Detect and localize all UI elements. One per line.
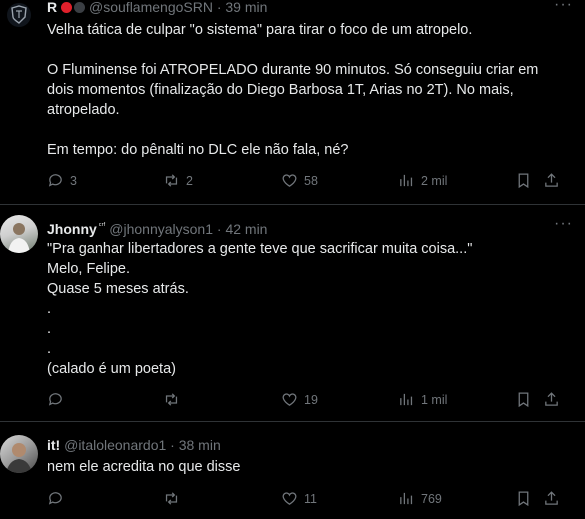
repost-count: 2	[186, 173, 193, 188]
like-count: 11	[304, 491, 317, 506]
post[interactable]: it! @italoleonardo1 · 38 min nem ele acr…	[0, 422, 585, 519]
reply-icon	[48, 492, 62, 505]
post-text: Velha tática de culpar "o sistema" para …	[47, 22, 539, 158]
share-button[interactable]	[543, 490, 560, 507]
like-icon	[282, 174, 297, 187]
post-header: it! @italoleonardo1 · 38 min	[47, 436, 221, 454]
like-button[interactable]: 19	[281, 391, 318, 408]
like-count: 19	[304, 392, 318, 407]
post-time[interactable]: · 42 min	[217, 221, 268, 237]
action-bar: 19 1 mil	[47, 391, 562, 411]
reply-icon	[48, 174, 62, 187]
view-count: 2 mil	[421, 173, 448, 188]
avatar[interactable]	[0, 435, 38, 473]
name-badge: ᶜʳᶠ	[98, 221, 106, 230]
repost-button[interactable]: 2	[163, 172, 193, 189]
team-crest-icon	[11, 5, 27, 24]
author-handle[interactable]: @italoleonardo1	[64, 437, 166, 453]
views-button[interactable]: 1 mil	[398, 391, 447, 408]
share-icon	[545, 392, 558, 406]
repost-button[interactable]	[163, 490, 186, 507]
author-name[interactable]: Jhonny	[47, 221, 97, 237]
author-name[interactable]: it!	[47, 437, 60, 453]
post-text: "Pra ganhar libertadores a gente teve qu…	[47, 241, 473, 377]
post-time[interactable]: · 38 min	[170, 437, 221, 453]
views-icon	[400, 393, 413, 406]
post-header: Jhonny ᶜʳᶠ @jhonnyalyson1 · 42 min	[47, 217, 267, 238]
user-photo-icon	[6, 443, 32, 473]
views-button[interactable]: 2 mil	[398, 172, 447, 189]
bookmark-icon	[518, 491, 529, 507]
bookmark-button[interactable]	[515, 172, 532, 189]
action-bar: 11 769	[47, 490, 562, 510]
bookmark-icon	[518, 392, 529, 408]
bookmark-button[interactable]	[515, 391, 532, 408]
repost-icon	[165, 393, 178, 406]
post-header: R @souflamengoSRN · 39 min	[47, 0, 267, 16]
post[interactable]: R @souflamengoSRN · 39 min ··· Velha tát…	[0, 0, 585, 203]
more-icon[interactable]: ···	[554, 215, 573, 233]
like-button[interactable]: 11	[281, 490, 317, 507]
like-button[interactable]: 58	[281, 172, 318, 189]
reply-icon	[48, 393, 62, 406]
like-count: 58	[304, 173, 318, 188]
share-button[interactable]	[543, 391, 560, 408]
avatar[interactable]	[0, 215, 38, 253]
bookmark-button[interactable]	[515, 490, 532, 507]
author-name[interactable]: R	[47, 0, 57, 15]
repost-icon	[165, 492, 178, 505]
like-icon	[282, 492, 297, 505]
bookmark-icon	[518, 173, 529, 189]
post-time[interactable]: · 39 min	[217, 0, 268, 15]
red-dot-icon	[61, 2, 73, 13]
author-handle[interactable]: @souflamengoSRN	[89, 0, 213, 15]
views-icon	[400, 492, 413, 505]
views-icon	[400, 174, 413, 187]
reply-count: 3	[70, 173, 77, 188]
view-count: 769	[421, 491, 442, 506]
repost-icon	[165, 174, 178, 187]
share-icon	[545, 491, 558, 505]
reply-button[interactable]	[47, 490, 70, 507]
share-icon	[545, 173, 558, 187]
reply-button[interactable]: 3	[47, 172, 77, 189]
post[interactable]: Jhonny ᶜʳᶠ @jhonnyalyson1 · 42 min ··· "P…	[0, 205, 585, 420]
action-bar: 3 2 58 2 mil	[47, 172, 562, 192]
avatar[interactable]	[7, 3, 31, 27]
author-handle[interactable]: @jhonnyalyson1	[109, 221, 213, 237]
views-button[interactable]: 769	[398, 490, 442, 507]
user-photo-icon	[8, 223, 30, 253]
gray-dot-icon	[74, 2, 86, 13]
view-count: 1 mil	[421, 392, 448, 407]
more-icon[interactable]: ···	[554, 0, 573, 14]
reply-button[interactable]	[47, 391, 70, 408]
share-button[interactable]	[543, 172, 560, 189]
like-icon	[282, 393, 297, 406]
post-text: nem ele acredita no que disse	[47, 459, 241, 475]
repost-button[interactable]	[163, 391, 186, 408]
